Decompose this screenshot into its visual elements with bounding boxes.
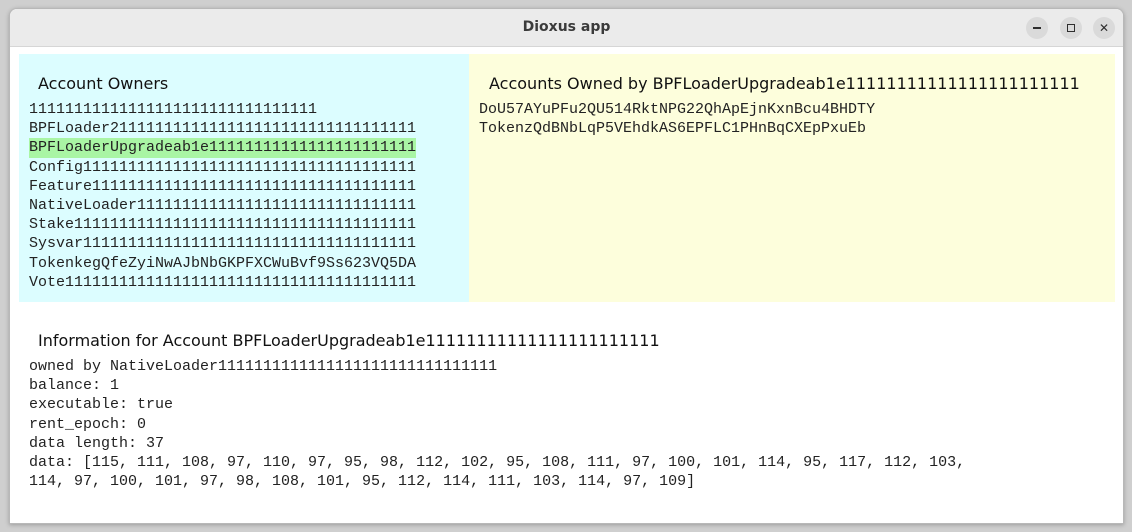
app-window: Dioxus app ✕ Account Owners 111111111111… [9, 8, 1124, 524]
info-data: data: [115, 111, 108, 97, 110, 97, 95, 9… [29, 453, 966, 471]
info-rent-epoch: rent_epoch: 0 [29, 415, 147, 433]
close-button[interactable]: ✕ [1093, 17, 1115, 39]
owned-accounts-list: DoU57AYuPFu2QU514RktNPG22QhApEjnKxnBcu4B… [479, 100, 875, 138]
owned-account-item[interactable]: TokenzQdBNbLqP5VEhdkAS6EPFLC1PHnBqCXEpPx… [479, 119, 875, 138]
info-balance: balance: 1 [29, 377, 120, 395]
account-info-details: owned by NativeLoader1111111111111111111… [29, 357, 965, 491]
owned-account-item[interactable]: DoU57AYuPFu2QU514RktNPG22QhApEjnKxnBcu4B… [479, 100, 875, 119]
app-content: Account Owners 1111111111111111111111111… [10, 47, 1123, 523]
owned-accounts-heading: Accounts Owned by BPFLoaderUpgradeab1e11… [489, 74, 1080, 93]
info-executable: executable: true [29, 396, 174, 414]
owner-item[interactable]: TokenkegQfeZyiNwAJbNbGKPFXCWuBvf9Ss623VQ… [29, 254, 416, 273]
owner-item[interactable]: Stake11111111111111111111111111111111111… [29, 215, 416, 234]
info-data-length: data length: 37 [29, 434, 165, 452]
info-data-continued: 114, 97, 100, 101, 97, 98, 108, 101, 95,… [29, 473, 696, 491]
owned-accounts-panel: Accounts Owned by BPFLoaderUpgradeab1e11… [469, 54, 1115, 302]
owner-item[interactable]: BPFLoaderUpgradeab1e11111111111111111111… [29, 138, 417, 158]
info-owned-by: owned by NativeLoader1111111111111111111… [29, 358, 498, 375]
owner-item[interactable]: BPFLoader2111111111111111111111111111111… [29, 119, 416, 138]
owner-item[interactable]: Feature111111111111111111111111111111111… [29, 177, 416, 196]
close-icon: ✕ [1098, 21, 1110, 35]
owner-item[interactable]: Config1111111111111111111111111111111111… [29, 158, 416, 177]
maximize-button[interactable] [1060, 17, 1082, 39]
minimize-icon [1033, 27, 1041, 29]
owner-item[interactable]: 11111111111111111111111111111111 [29, 100, 416, 119]
account-owners-list: 11111111111111111111111111111111 BPFLoad… [29, 100, 417, 292]
window-title: Dioxus app [522, 19, 611, 35]
account-owners-panel: Account Owners 1111111111111111111111111… [19, 54, 469, 302]
account-info-heading: Information for Account BPFLoaderUpgrade… [38, 331, 660, 350]
owner-item[interactable]: Vote111111111111111111111111111111111111… [29, 273, 416, 292]
maximize-icon [1067, 24, 1075, 32]
account-owners-heading: Account Owners [38, 74, 169, 93]
owner-item[interactable]: Sysvar1111111111111111111111111111111111… [29, 234, 416, 253]
minimize-button[interactable] [1026, 17, 1048, 39]
title-bar[interactable]: Dioxus app ✕ [10, 9, 1123, 47]
owner-item[interactable]: NativeLoader1111111111111111111111111111… [29, 196, 416, 215]
